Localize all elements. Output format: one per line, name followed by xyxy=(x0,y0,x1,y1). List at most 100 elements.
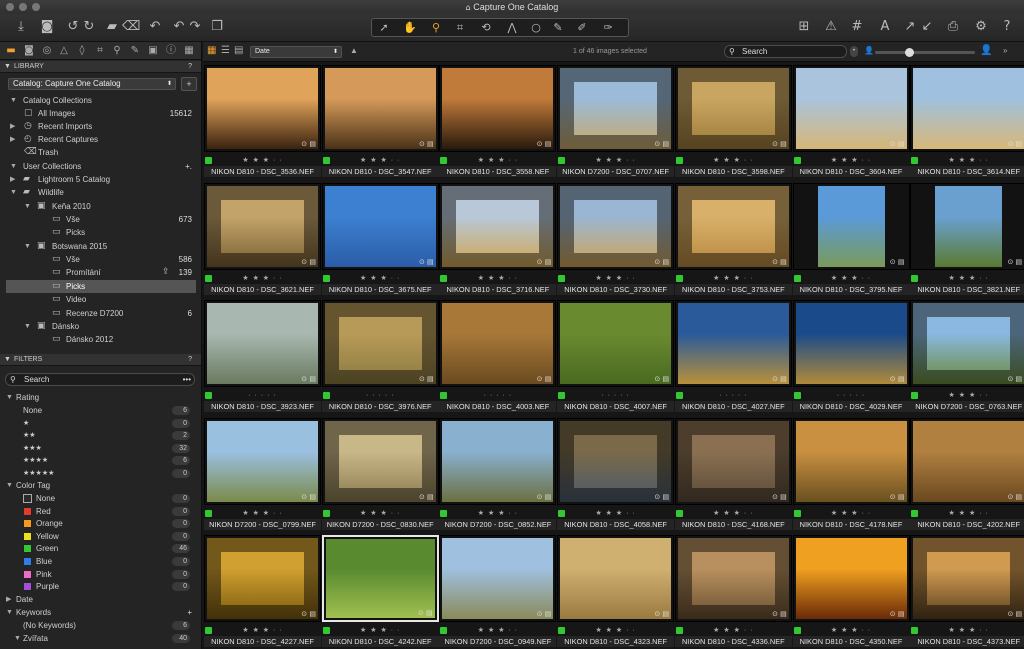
rating-filter-item[interactable]: ★★ 2 xyxy=(0,429,201,442)
thumbnail[interactable]: ⊙ ▤ ★ ★ ★ · · NIKON D810 - DSC_3558.NEF xyxy=(439,65,557,182)
star-rating[interactable]: ★ ★ ★ · · xyxy=(675,156,792,166)
collection-tree-item[interactable]: ▼ ▣ Dánsko xyxy=(0,320,201,333)
star-rating[interactable]: · · · · · xyxy=(793,391,910,401)
eraser-icon[interactable]: ✑ xyxy=(599,20,617,36)
thumbnail[interactable]: ⊙ ▤ ★ ★ ★ · · NIKON D7200 - DSC_0852.NEF xyxy=(439,417,557,535)
thumbnail-size-slider[interactable] xyxy=(875,48,975,57)
add-keyword-button[interactable]: + xyxy=(187,606,192,619)
keystone-icon[interactable]: ⋀ xyxy=(503,20,521,36)
thumbnail[interactable]: ⊙ ▤ ★ ★ ★ · · NIKON D810 - DSC_4178.NEF xyxy=(792,417,910,535)
thumbnail[interactable]: ⊙ ▤ · · · · · NIKON D810 - DSC_4027.NEF xyxy=(674,300,792,417)
thumbnail[interactable]: ⊙ ▤ ★ ★ ★ · · NIKON D810 - DSC_4227.NEF xyxy=(204,535,321,649)
lens-icon[interactable]: ◎ xyxy=(40,44,54,58)
rating-filter-item[interactable]: ★★★ 32 xyxy=(0,442,201,455)
thumbnail[interactable]: ⊙ ▤ ★ ★ ★ · · NIKON D7200 - DSC_0707.NEF xyxy=(557,65,675,182)
pan-icon[interactable]: ✋ xyxy=(401,20,419,36)
grid-overlay-icon[interactable]: ⊞ xyxy=(795,19,813,35)
catalog-select[interactable]: Catalog: Capture One Catalog ⬍ xyxy=(8,78,176,90)
help-icon[interactable]: ? xyxy=(188,354,192,366)
star-rating[interactable]: ★ ★ ★ · · xyxy=(322,274,439,284)
close-window-button[interactable] xyxy=(6,3,14,11)
star-rating[interactable]: ★ ★ ★ · · xyxy=(910,156,1024,166)
metadata-icon[interactable]: ⓘ xyxy=(164,44,178,58)
collection-tree-item[interactable]: ▭ Dánsko 2012 xyxy=(0,333,201,346)
star-rating[interactable]: ★ ★ ★ · · xyxy=(204,626,321,636)
star-rating[interactable]: ★ ★ ★ · · xyxy=(439,274,556,284)
thumbnail[interactable]: ⊙ ▤ ★ ★ ★ · · NIKON D810 - DSC_3547.NEF xyxy=(321,65,439,182)
color-tag-filter-item[interactable]: Blue 0 xyxy=(0,555,201,568)
exposure-icon[interactable]: ◊ xyxy=(75,44,89,58)
color-picker-icon[interactable]: ✐ xyxy=(573,20,591,36)
catalog-collections-group[interactable]: ▼ Catalog Collections xyxy=(0,94,201,107)
local-icon[interactable]: ✎ xyxy=(128,44,142,58)
library-icon[interactable]: ▬ xyxy=(4,44,18,58)
catalog-collection-item[interactable]: ⌫ Trash xyxy=(0,146,201,159)
thumbnail[interactable]: ⊙ ▤ ★ ★ ★ · · NIKON D810 - DSC_4058.NEF xyxy=(557,417,675,535)
undo-history-icon[interactable]: ↶ xyxy=(146,19,164,35)
star-rating[interactable]: ★ ★ ★ · · xyxy=(793,509,910,519)
color-tag-filter-group[interactable]: ▼ Color Tag xyxy=(0,479,201,492)
catalog-collection-item[interactable]: ▢ All Images 15612 xyxy=(0,107,201,120)
star-rating[interactable]: ★ ★ ★ · · xyxy=(439,156,556,166)
color-tag-filter-item[interactable]: Purple 0 xyxy=(0,580,201,593)
guides-icon[interactable]: # xyxy=(848,19,866,35)
minimize-window-button[interactable] xyxy=(19,3,27,11)
color-icon[interactable]: △ xyxy=(57,44,71,58)
browser-search-input[interactable]: ⚲ Search xyxy=(724,45,847,58)
rating-filter-item[interactable]: ★★★★ 6 xyxy=(0,454,201,467)
star-rating[interactable]: · · · · · xyxy=(557,391,674,401)
star-rating[interactable]: ★ ★ ★ · · xyxy=(557,156,674,166)
thumbnail[interactable]: ⊙ ▤ ★ ★ ★ · · NIKON D810 - DSC_3598.NEF xyxy=(674,65,792,182)
crop-icon[interactable]: ⌗ xyxy=(451,20,469,36)
star-rating[interactable]: · · · · · xyxy=(204,391,321,401)
thumbnail[interactable]: ⊙ ▤ · · · · · NIKON D810 - DSC_4029.NEF xyxy=(792,300,910,417)
star-rating[interactable]: ★ ★ ★ · · xyxy=(557,509,674,519)
thumbnail[interactable]: ⊙ ▤ · · · · · NIKON D810 - DSC_3976.NEF xyxy=(321,300,439,417)
adjustments-icon[interactable]: ⚲ xyxy=(110,44,124,58)
library-header[interactable]: ▼ LIBRARY? xyxy=(0,61,201,73)
thumbnail[interactable]: ⊙ ▤ ★ ★ ★ · · NIKON D7200 - DSC_0949.NEF xyxy=(439,535,557,649)
redo-icon[interactable]: ↷ xyxy=(186,19,204,35)
sort-select[interactable]: Date ⬍ xyxy=(250,46,342,58)
sort-direction-icon[interactable]: ▲ xyxy=(350,46,358,55)
thumbnail[interactable]: ⊙ ▤ · · · · · NIKON D810 - DSC_4003.NEF xyxy=(439,300,557,417)
catalog-collection-item[interactable]: ◷ ▶ Recent Imports xyxy=(0,120,201,133)
folder-icon[interactable]: ▰ xyxy=(103,19,121,35)
batch-icon[interactable]: ▦ xyxy=(182,44,196,58)
no-keywords-filter[interactable]: (No Keywords) 6 xyxy=(0,619,201,632)
thumbnail[interactable]: ⊙ ▤ ★ ★ ★ · · NIKON D810 - DSC_3614.NEF xyxy=(910,65,1024,182)
collection-tree-item[interactable]: ▼ ▣ Botswana 2015 xyxy=(0,240,201,253)
more-icon[interactable]: ••• xyxy=(183,374,191,385)
color-tag-filter-item[interactable]: Yellow 0 xyxy=(0,530,201,543)
star-rating[interactable]: ★ ★ ★ · · xyxy=(675,626,792,636)
thumbnail[interactable]: ⊙ ▤ · · · · · NIKON D810 - DSC_4007.NEF xyxy=(557,300,675,417)
rating-filter-item[interactable]: ★ 0 xyxy=(0,417,201,430)
zvirata-keyword-filter[interactable]: ▼ Zvířata 40 xyxy=(0,632,201,645)
user-collections-group[interactable]: ▼ User Collections +. xyxy=(0,160,201,173)
thumbnail[interactable]: ⊙ ▤ ★ ★ ★ · · NIKON D810 - DSC_4350.NEF xyxy=(792,535,910,649)
help-icon[interactable]: ? xyxy=(188,61,192,73)
thumbnail[interactable]: ⊙ ▤ ★ ★ ★ · · NIKON D810 - DSC_4323.NEF xyxy=(557,535,675,649)
thumbnail[interactable]: ⊙ ▤ ★ ★ ★ · · NIKON D810 - DSC_3753.NEF xyxy=(674,182,792,300)
grid-view-icon[interactable]: ▦ xyxy=(207,45,216,56)
color-tag-filter-item[interactable]: Green 46 xyxy=(0,542,201,555)
star-rating[interactable]: ★ ★ ★ · · xyxy=(439,509,556,519)
print-icon[interactable]: ⎙ xyxy=(944,19,962,35)
keywords-filter-group[interactable]: ▼ Keywords + xyxy=(0,606,201,619)
collection-tree-item[interactable]: ▼ ▰ Wildlife xyxy=(0,186,201,199)
output-icon[interactable]: ▣ xyxy=(146,44,160,58)
thumbnail[interactable]: ⊙ ▤ ★ ★ ★ · · NIKON D810 - DSC_3730.NEF xyxy=(557,182,675,300)
star-rating[interactable]: ★ ★ ★ · · xyxy=(557,274,674,284)
star-rating[interactable]: ★ ★ ★ · · xyxy=(910,274,1024,284)
capture-icon[interactable]: ◙ xyxy=(22,44,36,58)
filter-search-input[interactable]: ⚲ Search ••• xyxy=(5,373,195,386)
exposure-warning-icon[interactable]: ⚠ xyxy=(822,19,840,35)
collection-tree-item[interactable]: ▭ Recenze D7200 6 xyxy=(0,307,201,320)
star-rating[interactable]: ★ ★ ★ · · xyxy=(322,626,439,636)
collection-tree-item[interactable]: ▭ Promítání 139 ⇪ xyxy=(0,266,201,279)
star-rating[interactable]: ★ ★ ★ · · xyxy=(557,626,674,636)
star-rating[interactable]: ★ ★ ★ · · xyxy=(204,156,321,166)
star-rating[interactable]: ★ ★ ★ · · xyxy=(322,156,439,166)
color-tag-filter-item[interactable]: Pink 0 xyxy=(0,568,201,581)
star-rating[interactable]: ★ ★ ★ · · xyxy=(204,274,321,284)
